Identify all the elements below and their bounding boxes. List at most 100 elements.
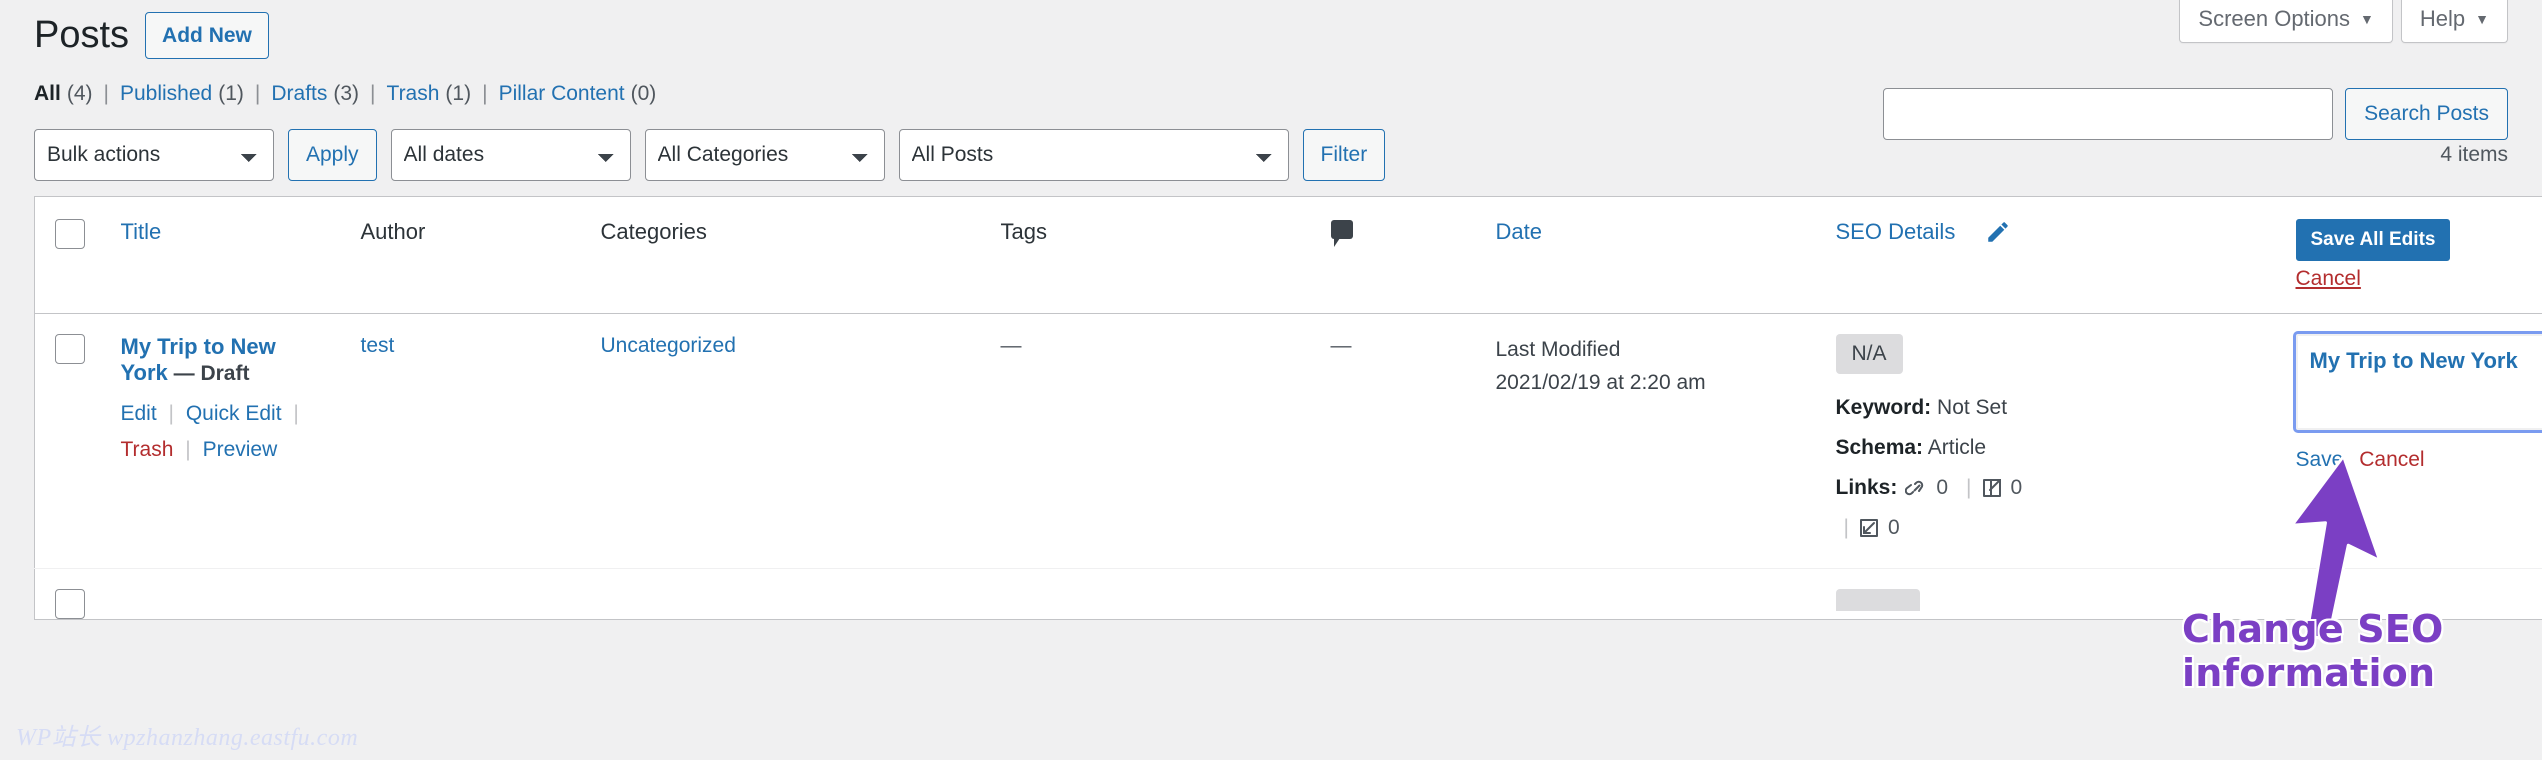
separator: |	[103, 81, 109, 105]
status-filter-published-count: (1)	[218, 81, 244, 105]
seo-keyword-line: Keyword: Not Set	[1836, 388, 2264, 428]
cancel-all-edits-link[interactable]: Cancel	[2296, 267, 2361, 291]
table-row	[34, 567, 2542, 620]
table-nav-top: Bulk actions Apply All dates All Categor…	[34, 128, 2508, 182]
row-actions: Edit | Quick Edit | Trash | Preview	[121, 396, 329, 467]
seo-edit-cancel-link[interactable]: Cancel	[2359, 448, 2424, 471]
seo-edit-save-link[interactable]: Save	[2296, 448, 2344, 471]
row-action-edit[interactable]: Edit	[121, 402, 157, 425]
category-filter-select[interactable]: All Categories	[644, 128, 885, 181]
row-seo-details-cell	[1819, 567, 2280, 620]
column-header-categories: Categories	[584, 196, 985, 315]
seo-links-label: Links:	[1835, 476, 1898, 500]
row-seo-edit-cell: Save Cancel	[2280, 314, 2542, 569]
separator: |	[1843, 515, 1849, 539]
status-filter-published-link[interactable]: Published	[120, 82, 212, 106]
displaying-num: 4 items	[2440, 142, 2508, 166]
separator: |	[254, 81, 261, 105]
pencil-icon[interactable]	[1985, 219, 2011, 245]
row-categories-cell	[584, 567, 985, 620]
status-filter-pillar-content-link[interactable]: Pillar Content	[499, 82, 625, 106]
column-header-bulk-edit-actions: Save All Edits Cancel	[2279, 196, 2542, 315]
table-header-row: Title Author Categories Tags Date SEO De…	[34, 196, 2542, 315]
row-select-checkbox[interactable]	[55, 334, 85, 365]
seo-title-edit-input[interactable]	[2292, 331, 2542, 434]
status-filter-all-count: (4)	[66, 81, 93, 105]
select-all-header	[34, 196, 105, 315]
status-filter-all-link[interactable]: All	[34, 82, 61, 106]
row-author-cell	[344, 567, 585, 620]
annotation-text-line-2: information	[2182, 650, 2436, 695]
column-header-seo-details: SEO Details	[1819, 196, 2280, 315]
status-filter-trash-link[interactable]: Trash	[387, 82, 440, 106]
comments-value: —	[1330, 334, 1352, 358]
save-all-edits-button[interactable]: Save All Edits	[2295, 218, 2451, 262]
category-link[interactable]: Uncategorized	[601, 334, 736, 357]
row-tags-cell: —	[985, 314, 1315, 569]
comment-bubble-icon	[1330, 219, 1353, 247]
seo-links-line: Links: 0 | 0 | 0	[1836, 468, 2264, 548]
seo-score-badge	[1835, 588, 1920, 611]
status-filter-all[interactable]: All (4) |	[34, 82, 120, 106]
sort-by-date-link[interactable]: Date	[1496, 219, 1542, 244]
column-header-title: Title	[104, 196, 345, 315]
status-filter-pillar-content[interactable]: Pillar Content (0)	[499, 82, 657, 106]
author-link[interactable]: test	[361, 334, 395, 357]
status-filter-trash[interactable]: Trash (1) |	[387, 82, 499, 106]
row-title-cell: My Trip to New York — Draft Edit | Quick…	[105, 314, 345, 569]
status-filter-pillar-content-count: (0)	[630, 81, 657, 105]
row-date-cell	[1479, 567, 1820, 620]
row-comments-cell: —	[1315, 314, 1480, 569]
row-action-quick-edit[interactable]: Quick Edit	[186, 402, 282, 425]
seo-details-link[interactable]: SEO Details	[1836, 219, 1956, 245]
posts-table: Title Author Categories Tags Date SEO De…	[34, 195, 2542, 620]
separator: |	[293, 402, 299, 426]
column-header-author: Author	[344, 196, 585, 315]
page-title: Posts	[34, 14, 130, 56]
row-seo-details-cell: N/A Keyword: Not Set Schema: Article Lin…	[1820, 314, 2280, 569]
separator: |	[1966, 476, 1972, 500]
seo-edit-actions: Save Cancel	[2296, 448, 2542, 472]
column-header-tags: Tags	[984, 196, 1315, 315]
seo-keyword-label: Keyword:	[1835, 396, 1932, 420]
column-header-comments	[1314, 196, 1480, 315]
row-comments-cell	[1314, 567, 1480, 620]
row-title-cell	[104, 567, 345, 620]
sort-by-title-link[interactable]: Title	[121, 219, 162, 244]
row-seo-edit-cell	[2279, 567, 2542, 620]
separator: |	[168, 402, 174, 426]
status-filter-drafts-link[interactable]: Drafts	[271, 82, 327, 106]
row-date-cell: Last Modified 2021/02/19 at 2:20 am	[1480, 314, 1820, 569]
row-tags-cell	[984, 567, 1315, 620]
date-label: Last Modified	[1495, 338, 1621, 362]
row-author-cell: test	[345, 314, 585, 569]
bulk-actions-select[interactable]: Bulk actions	[34, 128, 274, 181]
seo-schema-label: Schema:	[1835, 436, 1924, 460]
watermark: WP站长 wpzhanzhang.eastfu.com	[16, 725, 359, 751]
page-header: Posts Add New	[34, 0, 2508, 60]
row-categories-cell: Uncategorized	[585, 314, 985, 569]
row-select-checkbox[interactable]	[55, 588, 85, 619]
tags-value: —	[1000, 334, 1022, 358]
row-select-cell	[34, 567, 105, 620]
external-links-count: 0	[2010, 476, 2023, 500]
post-type-filter-select[interactable]: All Posts	[898, 128, 1289, 181]
select-all-checkbox[interactable]	[55, 218, 85, 249]
status-filter-drafts[interactable]: Drafts (3) |	[271, 82, 386, 106]
date-filter-select[interactable]: All dates	[390, 128, 631, 181]
separator: |	[185, 437, 191, 461]
seo-schema-line: Schema: Article	[1836, 428, 2264, 468]
apply-button[interactable]: Apply	[288, 128, 377, 181]
row-action-preview[interactable]: Preview	[203, 438, 278, 461]
status-filter-published[interactable]: Published (1) |	[120, 82, 271, 106]
date-value: 2021/02/19 at 2:20 am	[1495, 370, 1706, 394]
add-new-button[interactable]: Add New	[145, 12, 269, 60]
link-chain-icon	[1905, 476, 1929, 500]
status-filter-drafts-count: (3)	[333, 81, 360, 105]
row-action-trash[interactable]: Trash	[121, 438, 174, 461]
seo-score-badge: N/A	[1835, 334, 1903, 375]
posts-table-body: My Trip to New York — Draft Edit | Quick…	[34, 314, 2542, 620]
filter-button[interactable]: Filter	[1302, 128, 1386, 181]
post-state: — Draft	[173, 362, 250, 386]
separator: |	[482, 81, 488, 105]
